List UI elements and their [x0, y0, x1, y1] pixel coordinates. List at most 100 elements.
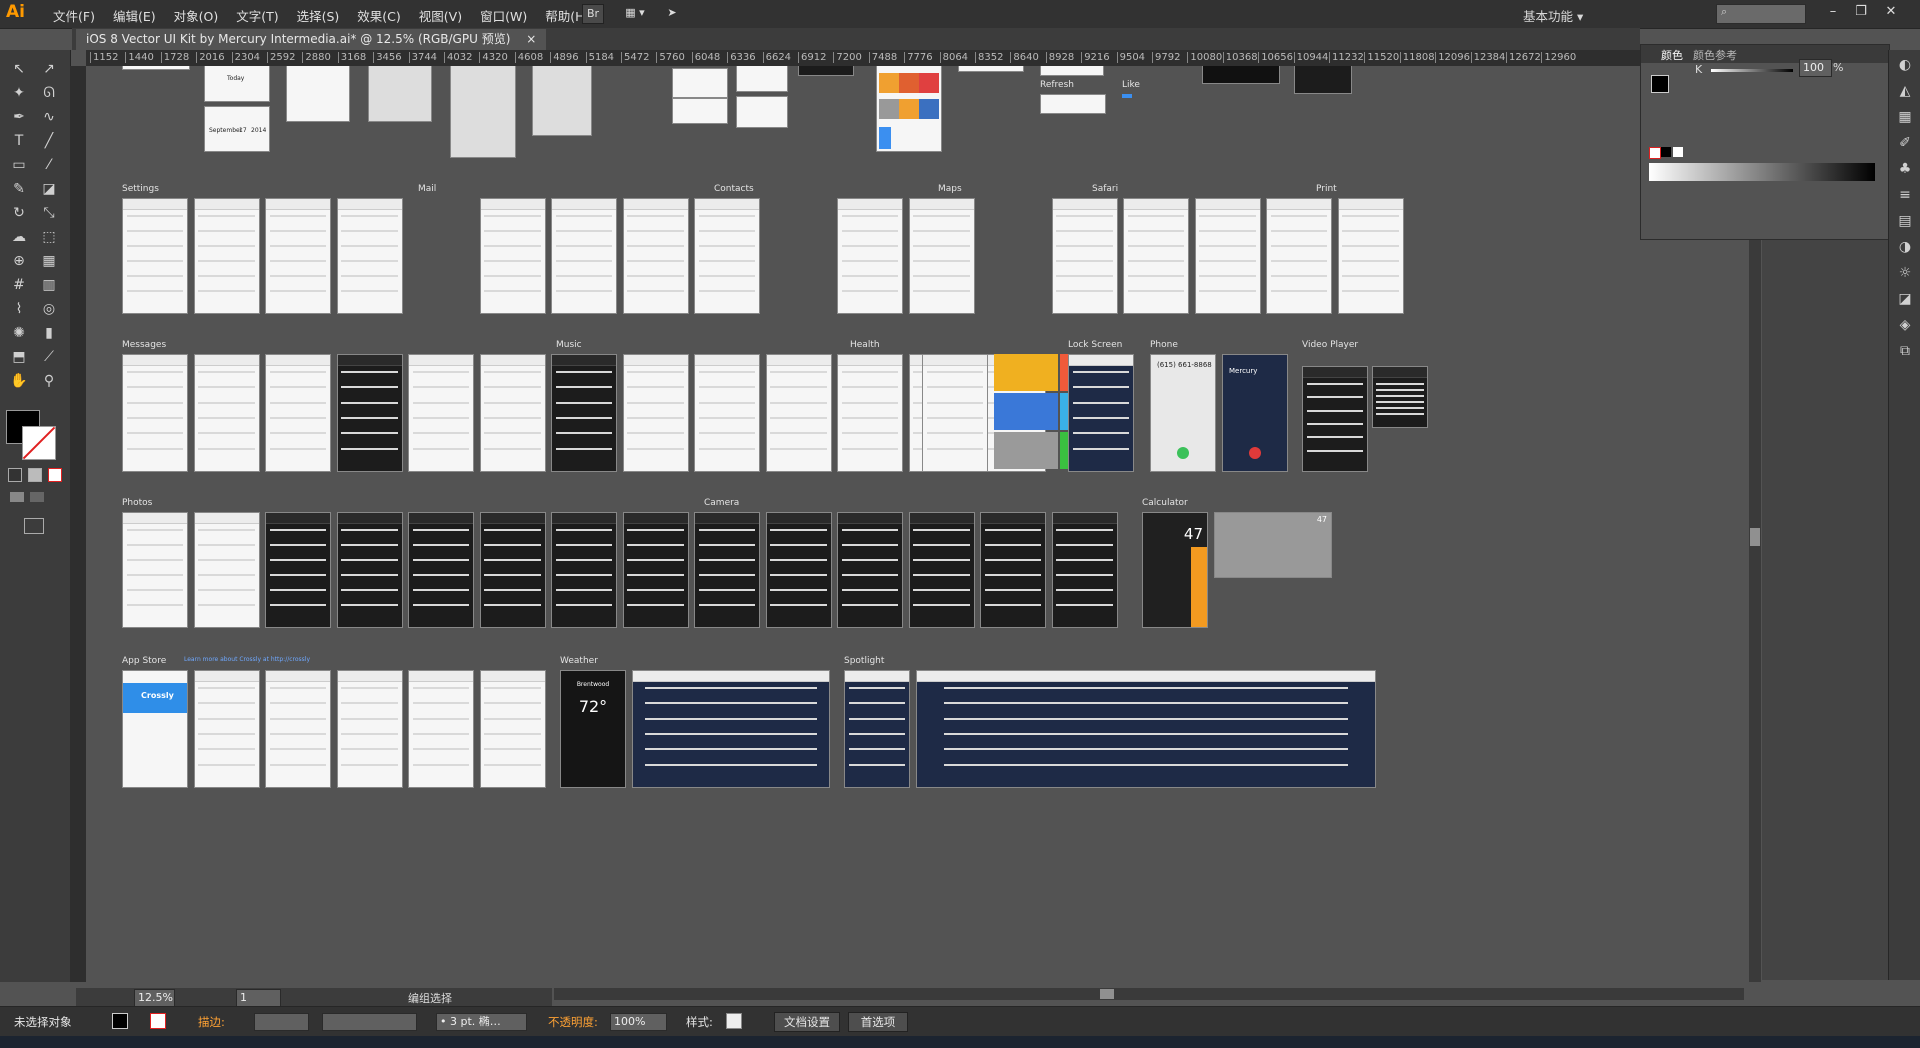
search-input[interactable]: ⌕	[1716, 4, 1806, 24]
draw-normal-icon[interactable]	[10, 492, 24, 502]
menu-edit[interactable]: 编辑(E)	[104, 6, 165, 25]
graphic-style-picker[interactable]	[726, 1013, 742, 1029]
pencil-tool-icon[interactable]: ✎	[8, 178, 30, 200]
appearance-icon[interactable]: ☼	[1894, 262, 1916, 284]
brush-definition-field[interactable]: • 3 pt. 椭…	[436, 1013, 527, 1031]
direct-selection-tool-icon[interactable]: ↗	[38, 58, 60, 80]
artboard-tool-icon[interactable]: ⬒	[8, 346, 30, 368]
menu-effect[interactable]: 效果(C)	[348, 6, 409, 25]
hand-tool-icon[interactable]: ✋	[8, 370, 30, 392]
layers-icon[interactable]: ◈	[1894, 314, 1916, 336]
scale-tool-icon[interactable]: ⤡	[38, 202, 60, 224]
artboard-header	[1124, 199, 1188, 210]
stroke-control[interactable]	[150, 1013, 166, 1029]
preferences-button[interactable]: 首选项	[848, 1012, 908, 1032]
eyedropper-tool-icon[interactable]: ⌇	[8, 298, 30, 320]
gradient-panel-icon[interactable]: ▤	[1894, 210, 1916, 232]
arrange-documents-button[interactable]: ▦ ▾	[620, 4, 650, 22]
horizontal-scroll-thumb[interactable]	[1100, 989, 1114, 999]
row-line	[198, 702, 255, 705]
graphic-styles-icon[interactable]: ◪	[1894, 288, 1916, 310]
horizontal-scrollbar[interactable]	[554, 988, 1744, 1000]
symbol-sprayer-tool-icon[interactable]: ✺	[8, 322, 30, 344]
workspace-switcher[interactable]: 基本功能 ▾	[1523, 6, 1583, 25]
menu-window[interactable]: 窗口(W)	[471, 6, 536, 25]
close-button[interactable]: ✕	[1878, 2, 1904, 22]
menu-object[interactable]: 对象(O)	[165, 6, 228, 25]
send-icon[interactable]: ➤	[662, 4, 682, 22]
k-slider[interactable]	[1711, 69, 1793, 72]
close-tab-icon[interactable]: ×	[526, 32, 536, 46]
vertical-scroll-thumb[interactable]	[1750, 528, 1760, 546]
fill-color-swatch[interactable]	[1651, 75, 1669, 93]
swatches-icon[interactable]: ▦	[1894, 106, 1916, 128]
white-swatch[interactable]	[1673, 147, 1683, 157]
magic-wand-tool-icon[interactable]: ✦	[8, 82, 30, 104]
document-tab[interactable]: iOS 8 Vector UI Kit by Mercury Intermedi…	[76, 29, 547, 50]
type-tool-icon[interactable]: T	[8, 130, 30, 152]
transparency-icon[interactable]: ◑	[1894, 236, 1916, 258]
zoom-tool-icon[interactable]: ⚲	[38, 370, 60, 392]
draw-behind-icon[interactable]	[30, 492, 44, 502]
black-swatch[interactable]	[1661, 147, 1671, 157]
none-mode-icon[interactable]	[48, 468, 62, 482]
gradient-mode-icon[interactable]	[28, 468, 42, 482]
mesh-tool-icon[interactable]: #	[8, 274, 30, 296]
opacity-field[interactable]: 100%	[610, 1013, 667, 1031]
stroke-weight-field[interactable]	[254, 1013, 309, 1031]
gradient-tool-icon[interactable]: ▥	[38, 274, 60, 296]
stroke-panel-icon[interactable]: ≡	[1894, 184, 1916, 206]
tab-color[interactable]: 颜色	[1661, 47, 1683, 63]
artboard-header	[194, 671, 259, 682]
lasso-tool-icon[interactable]: ᘏ	[38, 82, 60, 104]
warp-tool-icon[interactable]: ☁	[8, 226, 30, 248]
restore-button[interactable]: ❐	[1848, 2, 1874, 22]
minimize-button[interactable]: –	[1820, 2, 1846, 22]
menu-select[interactable]: 选择(S)	[288, 6, 349, 25]
none-swatch[interactable]	[1649, 147, 1661, 159]
paintbrush-tool-icon[interactable]: ⁄	[38, 154, 60, 176]
row-line	[269, 275, 327, 277]
rectangle-tool-icon[interactable]: ▭	[8, 154, 30, 176]
ruler-tick: 12672	[1506, 52, 1541, 63]
shape-builder-tool-icon[interactable]: ⊕	[8, 250, 30, 272]
variable-width-field[interactable]	[322, 1013, 417, 1031]
zoom-field[interactable]: 12.5%	[134, 989, 175, 1007]
perspective-grid-tool-icon[interactable]: ▦	[38, 250, 60, 272]
app-store-link[interactable]: Learn more about Crossly at http://cross…	[184, 656, 310, 663]
blend-tool-icon[interactable]: ◎	[38, 298, 60, 320]
opacity-label[interactable]: 不透明度:	[548, 1014, 598, 1030]
selection-tool-icon[interactable]: ↖	[8, 58, 30, 80]
artboard-number-field[interactable]: 1	[236, 989, 281, 1007]
eraser-tool-icon[interactable]: ◪	[38, 178, 60, 200]
line-tool-icon[interactable]: ╱	[38, 130, 60, 152]
menu-type[interactable]: 文字(T)	[227, 6, 287, 25]
symbols-icon[interactable]: ♣	[1894, 158, 1916, 180]
color-panel-icon[interactable]: ◐	[1894, 54, 1916, 76]
stroke-label[interactable]: 描边:	[198, 1014, 225, 1030]
screen-mode-icon[interactable]	[24, 518, 44, 534]
curvature-tool-icon[interactable]: ∿	[38, 106, 60, 128]
column-graph-tool-icon[interactable]: ▮	[38, 322, 60, 344]
color-guide-icon[interactable]: ◭	[1894, 80, 1916, 102]
artboard-canvas[interactable]: Today September 17 2014 Refresh Like Set…	[86, 66, 1628, 981]
bridge-button[interactable]: Br	[582, 4, 604, 24]
document-setup-button[interactable]: 文档设置	[774, 1012, 840, 1032]
menu-file[interactable]: 文件(F)	[44, 6, 104, 25]
color-mode-icon[interactable]	[8, 468, 22, 482]
fill-control[interactable]	[112, 1013, 128, 1029]
artboards-icon[interactable]: ⧉	[1894, 340, 1916, 362]
brushes-icon[interactable]: ✐	[1894, 132, 1916, 154]
artboard	[336, 354, 403, 472]
pen-tool-icon[interactable]: ✒	[8, 106, 30, 128]
ruler-tick: 6048	[691, 52, 720, 63]
tab-color-guide[interactable]: 颜色参考	[1693, 47, 1737, 63]
free-transform-tool-icon[interactable]: ⬚	[38, 226, 60, 248]
stroke-swatch[interactable]	[22, 426, 56, 460]
k-value-field[interactable]: 100	[1799, 59, 1832, 77]
color-spectrum[interactable]	[1649, 163, 1875, 181]
artboard-header	[623, 355, 688, 366]
slice-tool-icon[interactable]: ⟋	[38, 346, 60, 368]
menu-view[interactable]: 视图(V)	[410, 6, 471, 25]
rotate-tool-icon[interactable]: ↻	[8, 202, 30, 224]
